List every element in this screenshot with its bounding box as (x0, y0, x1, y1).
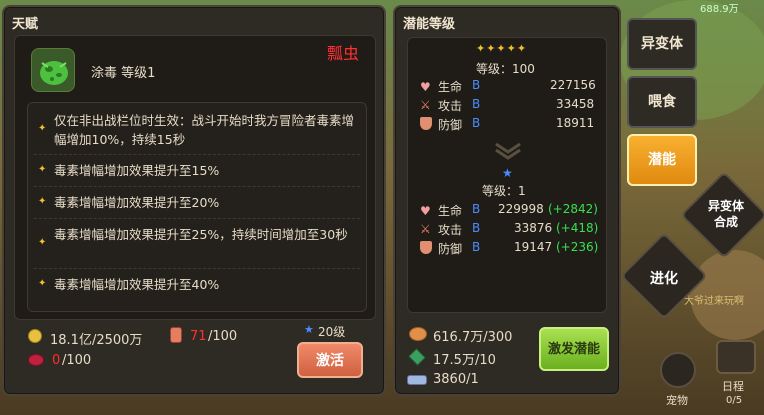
effects-list: ✦ 仅在非出战栏位时生效：战斗开始时我方冒险者毒素增幅增加10%，持续15秒 ✦… (27, 102, 367, 312)
chevron-down-icon (494, 142, 522, 164)
heart-icon: ♥ (420, 204, 431, 218)
stat-grade: B (472, 221, 481, 235)
resource-1: 616.7万/300 (433, 330, 513, 345)
stat-value: 33458 (556, 97, 595, 111)
effect-item: ✦ 毒素增幅增加效果提升至15% (34, 159, 360, 187)
tab-feed[interactable]: 喂食 (627, 76, 697, 128)
star-rating-icon: ✦✦✦✦✦ (476, 42, 528, 55)
tab-potential[interactable]: 潜能 (627, 134, 697, 186)
ticket-icon (407, 375, 427, 385)
sword-icon: ⚔ (420, 222, 431, 236)
current-potential-level: 等级：100 (476, 62, 535, 76)
talent-panel: 天赋 涂毒 等级1 瓢虫 ✦ 仅在非出战栏位时生效：战斗开始时我方冒险者毒素增幅… (2, 5, 386, 396)
talent-panel-title: 天赋 (12, 17, 39, 32)
mutant-combine-label-2: 合成 (713, 215, 738, 229)
evolve-label: 进化 (650, 271, 678, 287)
schedule-label: 日程 (722, 380, 744, 393)
effect-text: 毒素增幅增加效果提升至15% (54, 163, 220, 178)
gold-coin-icon (28, 329, 42, 343)
game-screen: 688.9万 天赋 涂毒 等级1 瓢虫 ✦ 仅在非出战栏位时生效：战斗开始时我方… (0, 0, 764, 415)
stat-bonus: (+418) (556, 221, 599, 235)
star-bullet-icon: ✦ (38, 237, 47, 248)
skill-name: 涂毒 等级1 (91, 66, 156, 81)
ore-icon (409, 327, 427, 341)
watermark-text: 瓢虫 (327, 44, 360, 63)
effect-item: ✦ 毒素增幅增加效果提升至40% (34, 273, 360, 301)
stat-value: 19147 (514, 240, 553, 254)
star-bullet-icon: ✦ (38, 278, 47, 289)
stat-value: 227156 (550, 78, 596, 92)
awaken-potential-button[interactable]: 激发潜能 (539, 327, 609, 371)
mutant-combine-label-1: 异变体 (707, 199, 744, 213)
star-bullet-icon: ✦ (38, 164, 47, 175)
cost-potion-max: /100 (208, 329, 238, 344)
stat-value: 229998 (498, 202, 544, 216)
stat-name: 攻击 (438, 223, 463, 237)
stat-value: 33876 (514, 221, 553, 235)
stat-grade: B (472, 202, 481, 216)
level-star-icon: ★ (304, 323, 314, 336)
star-bullet-icon: ✦ (38, 196, 47, 207)
cost-gold: 18.1亿/2500万 (50, 333, 143, 348)
stat-value: 18911 (556, 116, 595, 130)
top-right-currency: 688.9万 (700, 4, 739, 15)
stat-grade: B (472, 78, 481, 92)
effect-text: 毒素增幅增加效果提升至40% (54, 277, 220, 292)
cost-potion-current: 71 (190, 329, 207, 344)
poison-skill-icon (31, 48, 75, 92)
stat-grade: B (472, 116, 481, 130)
next-potential-level: 等级：1 (482, 184, 526, 198)
shield-icon (420, 241, 432, 254)
required-level: 20级 (318, 325, 346, 339)
star-bullet-icon: ✦ (38, 123, 47, 134)
effect-item: ✦ 仅在非出战栏位时生效：战斗开始时我方冒险者毒素增幅增加10%，持续15秒 (34, 109, 360, 155)
stat-name: 防御 (438, 118, 463, 132)
effect-text: 仅在非出战栏位时生效：战斗开始时我方冒险者毒素增幅增加10%，持续15秒 (54, 113, 355, 147)
potential-detail-box: ✦✦✦✦✦ 等级：100 ♥ 生命 B 227156 ⚔ 攻击 B 33458 … (407, 37, 607, 313)
potential-panel-title: 潜能等级 (403, 17, 456, 32)
schedule-count: 0/5 (726, 395, 743, 406)
resource-3: 3860/1 (433, 372, 479, 387)
level-star-icon: ★ (502, 166, 513, 180)
effect-text: 毒素增幅增加效果提升至20% (54, 195, 220, 210)
effect-item: ✦ 毒素增幅增加效果提升至25%，持续时间增加至30秒 (34, 223, 360, 269)
schedule-icon[interactable] (716, 340, 756, 374)
talent-detail-box: 涂毒 等级1 瓢虫 ✦ 仅在非出战栏位时生效：战斗开始时我方冒险者毒素增幅增加1… (14, 35, 376, 320)
background-hint-text: 大爷过来玩啊 (684, 296, 744, 307)
pet-paw-icon[interactable] (660, 352, 696, 388)
shield-icon (420, 117, 432, 130)
red-gem-icon (28, 354, 44, 366)
potential-panel: 潜能等级 ✦✦✦✦✦ 等级：100 ♥ 生命 B 227156 ⚔ 攻击 B 3… (393, 5, 621, 396)
effect-text: 毒素增幅增加效果提升至25%，持续时间增加至30秒 (54, 227, 348, 242)
sword-icon: ⚔ (420, 98, 431, 112)
stat-grade: B (472, 97, 481, 111)
cost-gem-max: /100 (62, 353, 92, 368)
stat-name: 防御 (438, 242, 463, 256)
stat-name: 生命 (438, 204, 463, 218)
stat-name: 攻击 (438, 99, 463, 113)
stat-bonus: (+236) (556, 240, 599, 254)
tab-mutant[interactable]: 异变体 (627, 18, 697, 70)
activate-button[interactable]: 激活 (297, 342, 363, 378)
stat-grade: B (472, 240, 481, 254)
green-crystal-icon (408, 348, 426, 366)
resource-2: 17.5万/10 (433, 353, 496, 368)
stat-bonus: (+2842) (548, 202, 598, 216)
effect-item: ✦ 毒素增幅增加效果提升至20% (34, 191, 360, 219)
pet-label: 宠物 (666, 394, 688, 407)
cost-gem-current: 0 (52, 353, 61, 368)
stat-name: 生命 (438, 80, 463, 94)
heart-icon: ♥ (420, 80, 431, 94)
potion-icon (170, 327, 182, 343)
